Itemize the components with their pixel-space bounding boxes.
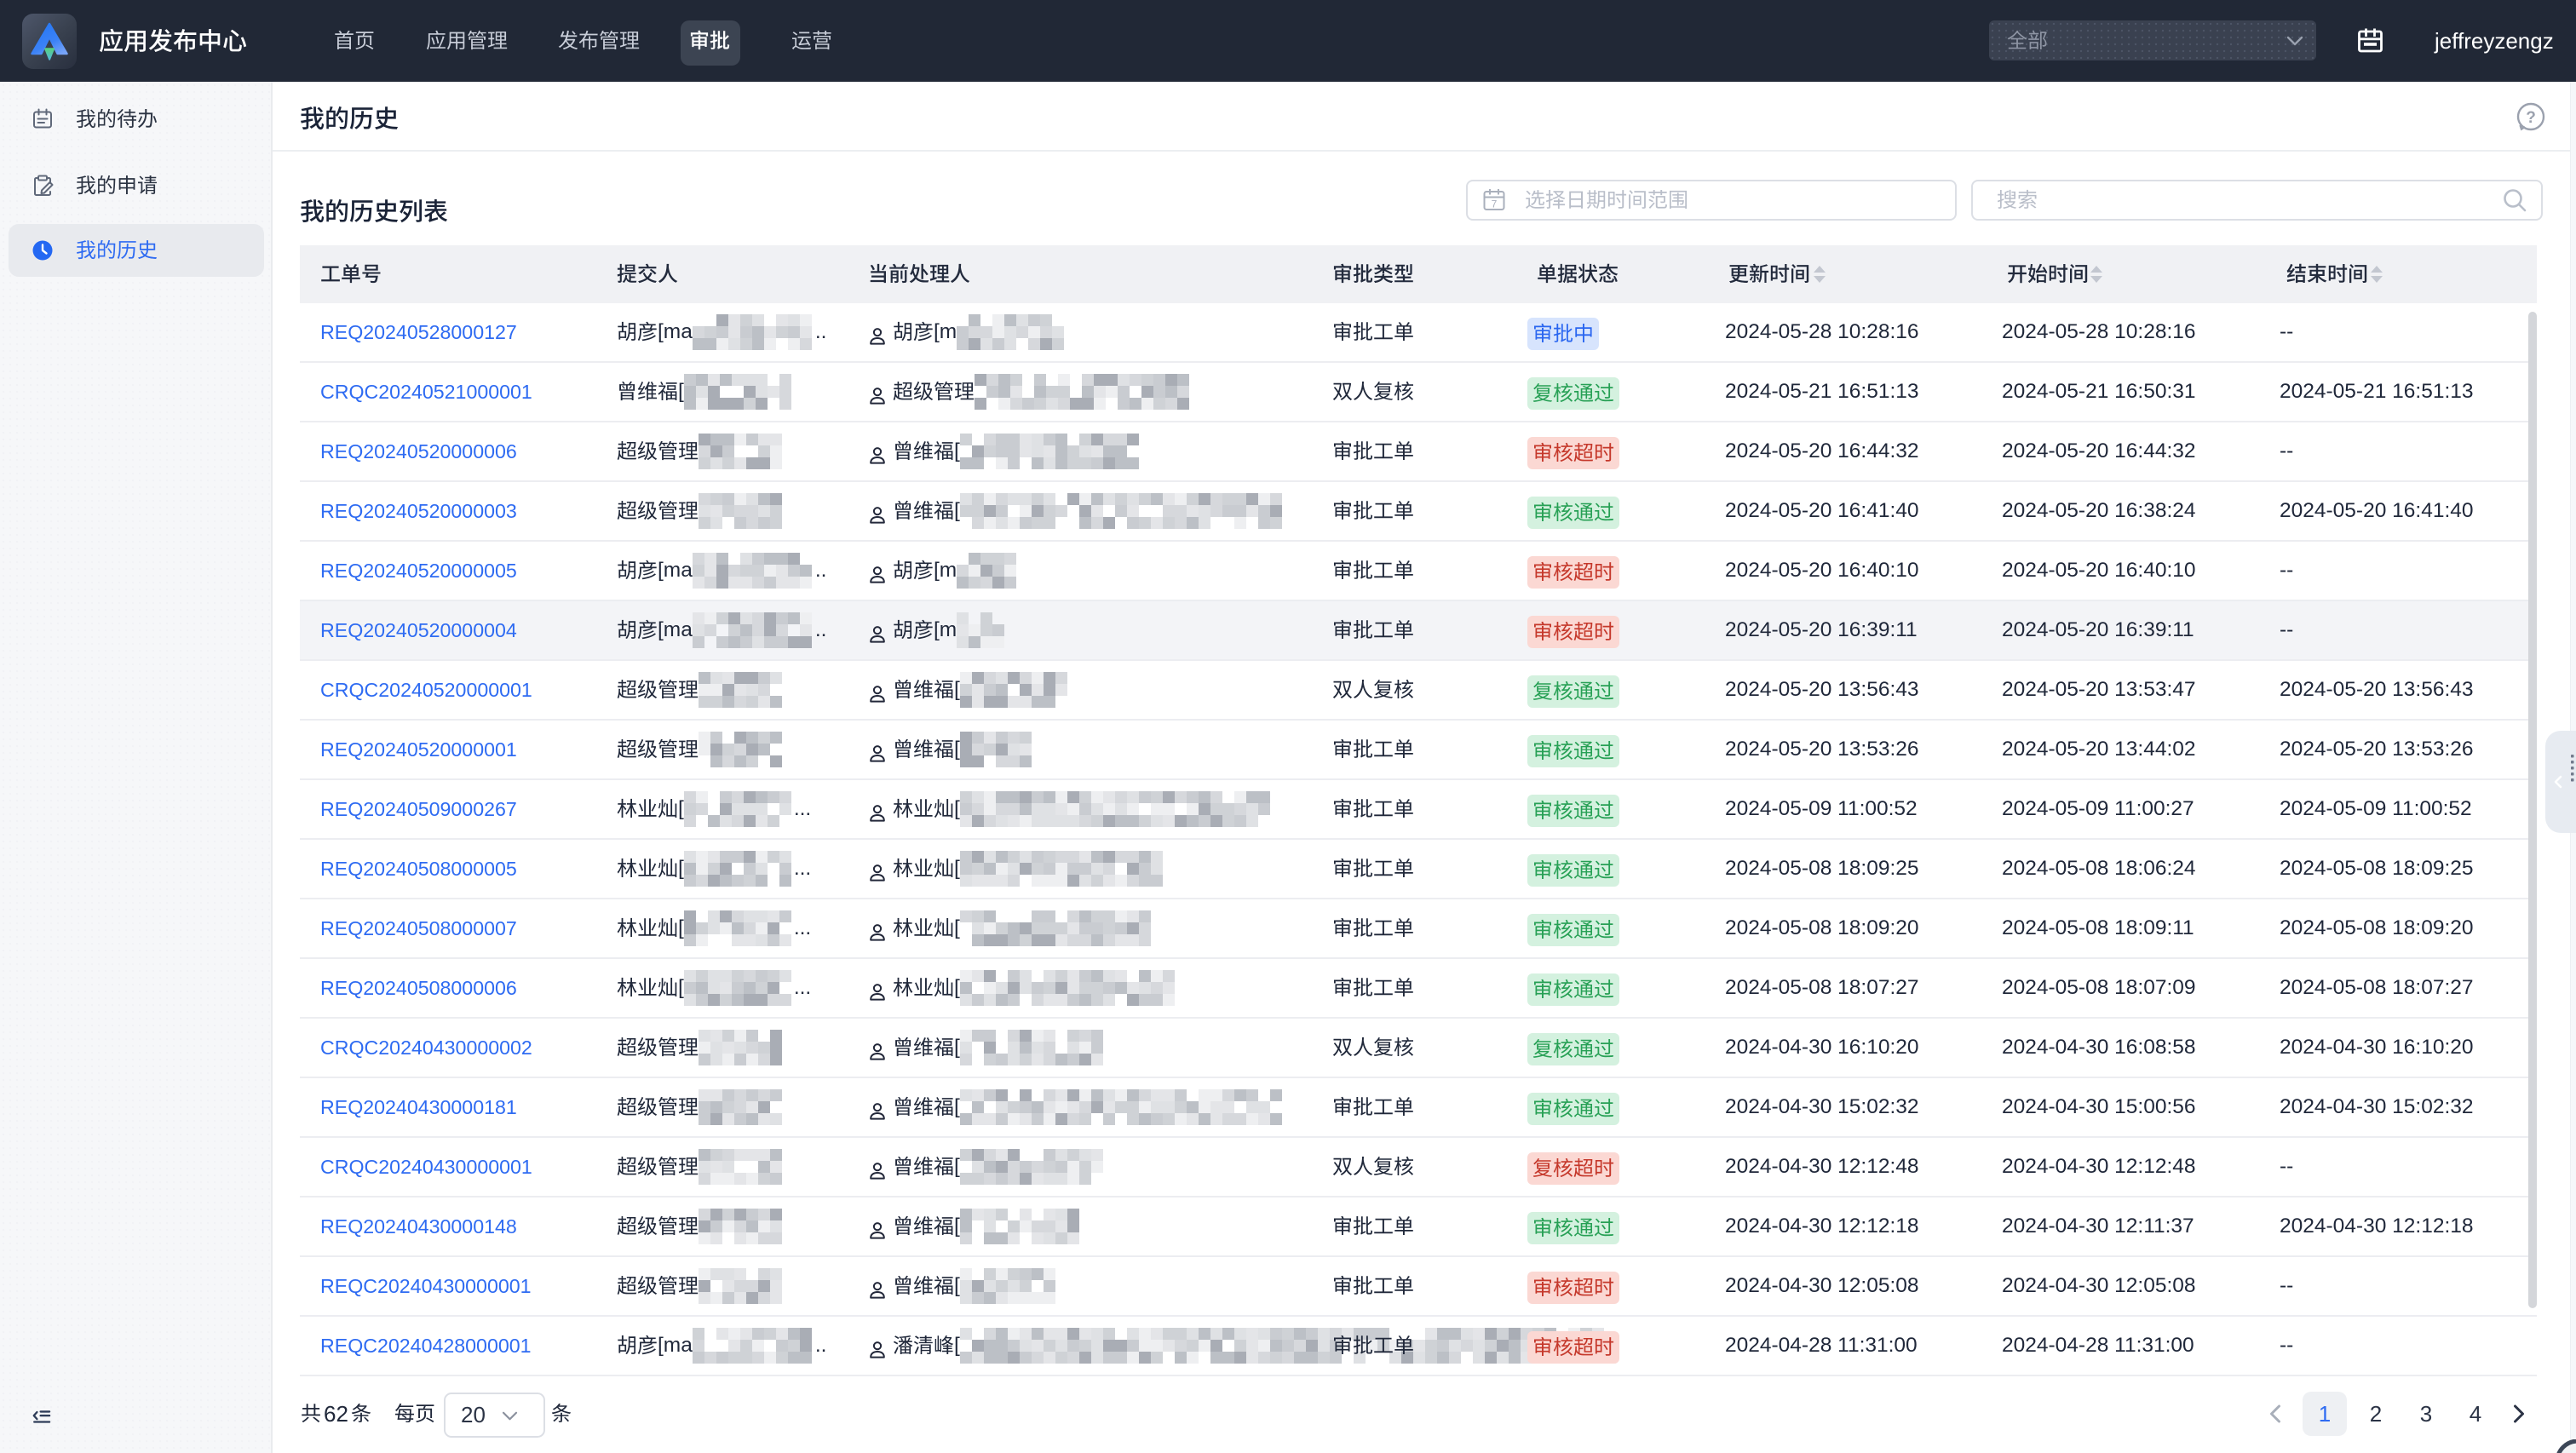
svg-text:7: 7 (1492, 198, 1498, 210)
svg-text:?: ? (2526, 109, 2536, 127)
